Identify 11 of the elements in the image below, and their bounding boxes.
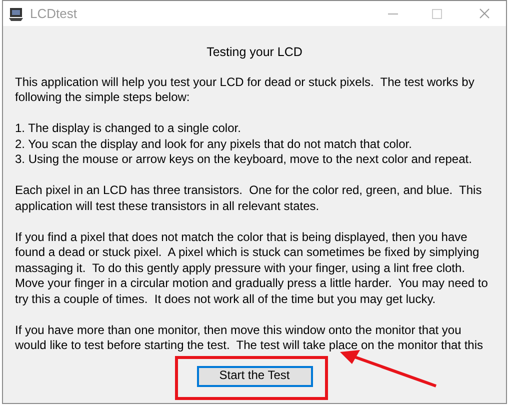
maximize-icon[interactable]	[432, 8, 442, 18]
paragraph: If you find a pixel that does not match the color that is being displayed, then you have found a dead or stuck pixel. A pixel which is stuck can sometimes be fixed by simplying massaging it. To do this gently apply pressure with your finger, using a lint free cloth. Move your finger in a circular motion and gradually press a little harder. You may need to try this a couple of times. It does not work all of the time but you may get lucky.	[15, 230, 488, 307]
paragraph: If you have more than one monitor, then move this window onto the monitor that you would like to test before starting the test. The test will take place on the monitor that this	[15, 322, 484, 354]
dialog-heading: Testing your LCD	[206, 45, 302, 60]
paragraph: 1. The display is changed to a single color. 2. You scan the display and look for any pixels that do not match that color. 3. Using the mouse or arrow keys on the keyboard, move to the next color and repeat.	[15, 121, 472, 168]
start-test-button[interactable]: Start the Test	[196, 366, 312, 386]
monitor-icon	[8, 6, 24, 22]
paragraph: This application will help you test your LCD for dead or stuck pixels. The test works by following the simple steps below:	[15, 74, 474, 106]
paragraph: Each pixel in an LCD has three transistors. One for the color red, green, and blue. This application will test these transistors in all relevant states.	[15, 183, 482, 214]
window-title: LCDtest	[30, 4, 77, 23]
close-icon[interactable]	[479, 8, 490, 19]
